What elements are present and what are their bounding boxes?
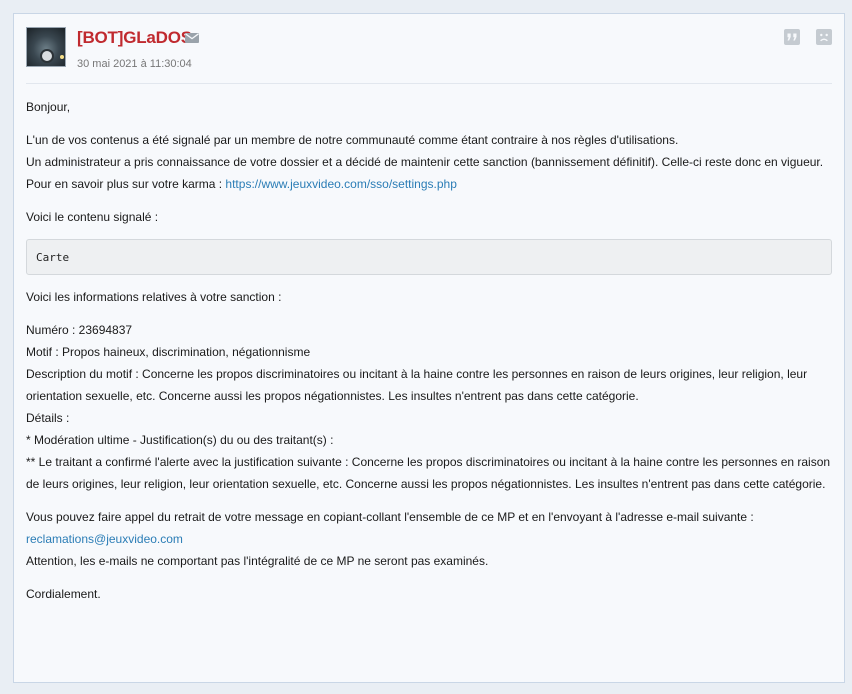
sanction-details: Numéro : 23694837 Motif : Propos haineux…	[26, 319, 832, 495]
sad-face-icon[interactable]	[816, 29, 832, 45]
mail-icon[interactable]	[185, 33, 199, 43]
message-body: Bonjour, L'un de vos contenus a été sign…	[26, 96, 832, 616]
details-label: Détails :	[26, 411, 70, 425]
karma-prefix: Pour en savoir plus sur votre karma :	[26, 177, 226, 191]
appeal-text: Vous pouvez faire appel du retrait de vo…	[26, 510, 754, 524]
sanction-motif: Motif : Propos haineux, discrimination, …	[26, 345, 311, 359]
appeal-warning: Attention, les e-mails ne comportant pas…	[26, 554, 489, 568]
notice-line-2: Un administrateur a pris connaissance de…	[26, 155, 824, 169]
reported-content-box: Carte	[26, 239, 832, 275]
post-date: 30 mai 2021 à 11:30:04	[77, 58, 192, 70]
quote-icon[interactable]	[784, 29, 800, 45]
greeting: Bonjour,	[26, 100, 71, 114]
appeal-email-link[interactable]: reclamations@jeuxvideo.com	[26, 532, 183, 546]
message-post: [BOT]GLaDOS 30 mai 2021 à 11:30:04 Bonjo…	[13, 13, 845, 683]
notice-line-1: L'un de vos contenus a été signalé par u…	[26, 133, 679, 147]
moderation-line: * Modération ultime - Justification(s) d…	[26, 433, 334, 447]
motif-description: Description du motif : Concerne les prop…	[26, 367, 808, 403]
karma-link[interactable]: https://www.jeuxvideo.com/sso/settings.p…	[225, 177, 456, 191]
sanction-intro: Voici les informations relatives à votre…	[26, 290, 282, 304]
author-name[interactable]: [BOT]GLaDOS	[77, 28, 192, 48]
closing: Cordialement.	[26, 587, 101, 601]
appeal-paragraph: Vous pouvez faire appel du retrait de vo…	[26, 506, 832, 572]
traitant-justification: ** Le traitant a confirmé l'alerte avec …	[26, 455, 831, 491]
glados-avatar-glint	[60, 55, 64, 59]
paragraph-notice: L'un de vos contenus a été signalé par u…	[26, 129, 832, 195]
reported-intro: Voici le contenu signalé :	[26, 210, 159, 224]
post-header: [BOT]GLaDOS 30 mai 2021 à 11:30:04	[26, 27, 832, 84]
avatar[interactable]	[26, 27, 66, 67]
sanction-number: Numéro : 23694837	[26, 323, 133, 337]
glados-avatar-eye	[40, 49, 54, 63]
